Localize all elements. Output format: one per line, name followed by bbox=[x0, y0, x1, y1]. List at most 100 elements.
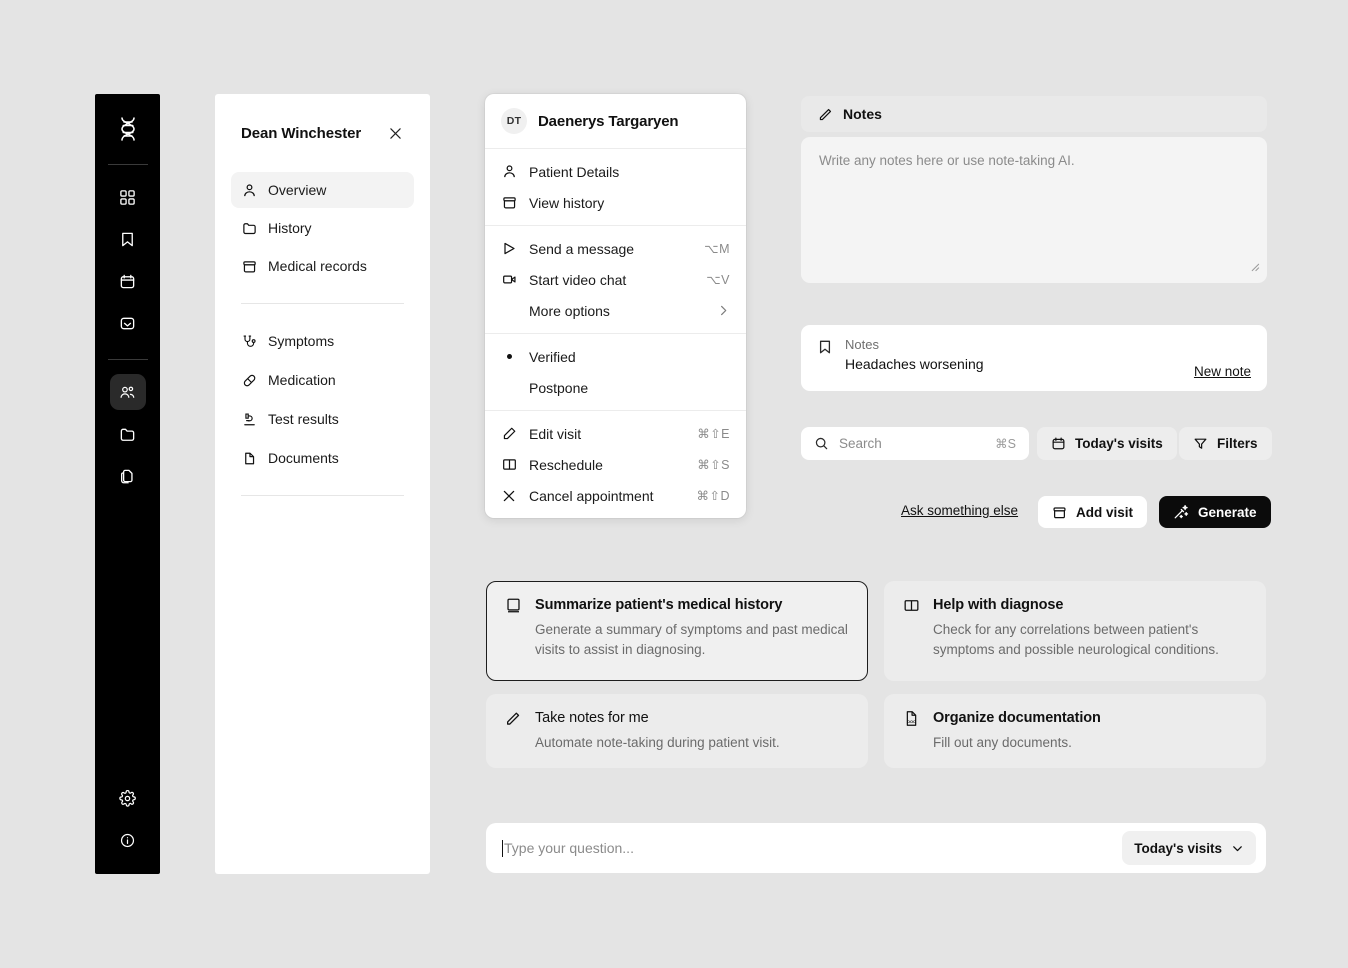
rail-divider-2 bbox=[107, 359, 148, 360]
menu-item-cancel-appointment[interactable]: Cancel appointment ⌘⇧D bbox=[485, 480, 746, 511]
generate-label: Generate bbox=[1198, 504, 1257, 520]
suggestion-card-title-row: Take notes for me bbox=[504, 709, 850, 727]
search-input[interactable]: Search ⌘S bbox=[801, 427, 1029, 460]
rail-item-settings[interactable] bbox=[110, 780, 146, 816]
menu-item-more-options[interactable]: More options bbox=[485, 295, 746, 326]
filters-button[interactable]: Filters bbox=[1179, 427, 1272, 460]
menu-item-verified[interactable]: Verified bbox=[485, 341, 746, 372]
sidebar-item-label: History bbox=[268, 220, 312, 236]
chevron-right-icon bbox=[717, 304, 730, 317]
suggestion-title: Take notes for me bbox=[535, 710, 649, 726]
archive-icon bbox=[1052, 505, 1067, 520]
menu-item-edit-visit[interactable]: Edit visit ⌘⇧E bbox=[485, 418, 746, 449]
menu-item-send-message[interactable]: Send a message ⌥M bbox=[485, 233, 746, 264]
sidebar-item-label: Documents bbox=[268, 450, 339, 466]
resize-handle-icon[interactable] bbox=[1249, 259, 1260, 277]
note-card-label: Notes bbox=[845, 337, 879, 352]
search-icon bbox=[814, 436, 829, 451]
patient-nav-primary: Overview History Medical records bbox=[231, 172, 414, 284]
page-title: Dean Winchester bbox=[241, 124, 362, 142]
menu-item-label: Reschedule bbox=[529, 456, 603, 473]
archive-icon bbox=[501, 195, 517, 211]
menu-item-label: View history bbox=[529, 194, 605, 211]
user-icon bbox=[241, 182, 257, 198]
rail-item-inbox[interactable] bbox=[110, 305, 146, 341]
menu-group-visit-actions: Edit visit ⌘⇧E Reschedule ⌘⇧S Cancel app… bbox=[485, 411, 746, 518]
sidebar-item-symptoms[interactable]: Symptoms bbox=[231, 323, 414, 359]
suggestion-card-organize-docs[interactable]: DOC Organize documentation Fill out any … bbox=[884, 694, 1266, 768]
rail-item-folders[interactable] bbox=[110, 416, 146, 452]
prompt-scope-label: Today's visits bbox=[1134, 840, 1222, 856]
add-visit-label: Add visit bbox=[1076, 504, 1134, 520]
folder-icon bbox=[241, 220, 257, 236]
prompt-scope-select[interactable]: Today's visits bbox=[1122, 831, 1256, 865]
menu-item-view-history[interactable]: View history bbox=[485, 187, 746, 218]
new-note-button[interactable]: New note bbox=[1194, 364, 1251, 379]
menu-item-shortcut: ⌘⇧S bbox=[697, 458, 730, 472]
pencil-icon bbox=[818, 107, 833, 122]
book-closed-icon bbox=[504, 596, 522, 614]
generate-button[interactable]: Generate bbox=[1159, 496, 1271, 528]
dna-logo[interactable] bbox=[111, 112, 145, 146]
rail-item-info[interactable] bbox=[110, 822, 146, 858]
menu-item-patient-details[interactable]: Patient Details bbox=[485, 156, 746, 187]
menu-item-label: Start video chat bbox=[529, 271, 627, 288]
sidebar-item-label: Medical records bbox=[268, 258, 367, 274]
suggestion-title: Summarize patient's medical history bbox=[535, 597, 783, 613]
menu-item-reschedule[interactable]: Reschedule ⌘⇧S bbox=[485, 449, 746, 480]
calendar-icon bbox=[1051, 436, 1066, 451]
suggestion-card-take-notes[interactable]: Take notes for me Automate note-taking d… bbox=[486, 694, 868, 768]
sidebar-item-medical-records[interactable]: Medical records bbox=[231, 248, 414, 284]
user-icon bbox=[501, 164, 517, 180]
suggestion-title: Help with diagnose bbox=[933, 597, 1064, 613]
rail-item-files[interactable] bbox=[110, 458, 146, 494]
suggestion-subtitle: Fill out any documents. bbox=[933, 735, 1072, 750]
notes-header-label: Notes bbox=[843, 106, 882, 122]
menu-group-details: Patient Details View history bbox=[485, 149, 746, 225]
note-card-body: Notes Headaches worsening bbox=[845, 337, 1182, 379]
patient-panel-header: Dean Winchester bbox=[231, 94, 414, 172]
sidebar-item-medication[interactable]: Medication bbox=[231, 362, 414, 398]
patient-nav-secondary: Symptoms Medication Test results Documen… bbox=[231, 323, 414, 476]
rail-item-calendar[interactable] bbox=[110, 263, 146, 299]
suggestion-card-title-row: DOC Organize documentation bbox=[902, 709, 1248, 727]
rail-item-bookmarks[interactable] bbox=[110, 221, 146, 257]
sidebar-item-documents[interactable]: Documents bbox=[231, 440, 414, 476]
sidebar-item-history[interactable]: History bbox=[231, 210, 414, 246]
suggestion-card-diagnose[interactable]: Help with diagnose Check for any correla… bbox=[884, 581, 1266, 681]
menu-item-label: Postpone bbox=[529, 379, 589, 396]
menu-item-shortcut: ⌘⇧D bbox=[696, 489, 730, 503]
suggestion-subtitle: Generate a summary of symptoms and past … bbox=[535, 622, 848, 657]
sidebar-item-label: Medication bbox=[268, 372, 336, 388]
notes-placeholder: Write any notes here or use note-taking … bbox=[819, 153, 1075, 168]
menu-item-video-chat[interactable]: Start video chat ⌥V bbox=[485, 264, 746, 295]
sidebar-item-overview[interactable]: Overview bbox=[231, 172, 414, 208]
primary-navigation-rail bbox=[95, 94, 160, 874]
sidebar-item-test-results[interactable]: Test results bbox=[231, 401, 414, 437]
todays-visits-filter-button[interactable]: Today's visits bbox=[1037, 427, 1177, 460]
notes-textarea[interactable]: Write any notes here or use note-taking … bbox=[801, 137, 1267, 283]
video-icon bbox=[501, 272, 517, 288]
rail-item-patients[interactable] bbox=[109, 374, 146, 410]
app-root: Dean Winchester Overview History Medical… bbox=[0, 0, 1348, 968]
note-card-value: Headaches worsening bbox=[845, 356, 984, 372]
close-icon[interactable] bbox=[386, 124, 404, 142]
menu-item-label: Patient Details bbox=[529, 163, 620, 180]
ask-something-else-link[interactable]: Ask something else bbox=[901, 503, 1018, 518]
suggestion-title: Organize documentation bbox=[933, 710, 1101, 726]
rail-item-dashboard[interactable] bbox=[110, 179, 146, 215]
filter-icon bbox=[1193, 436, 1208, 451]
book-open-icon bbox=[902, 596, 920, 614]
patient-panel: Dean Winchester Overview History Medical… bbox=[215, 94, 430, 874]
suggestion-card-summarize[interactable]: Summarize patient's medical history Gene… bbox=[486, 581, 868, 681]
menu-item-label: Edit visit bbox=[529, 425, 582, 442]
avatar: DT bbox=[501, 108, 527, 134]
svg-text:DOC: DOC bbox=[907, 719, 916, 724]
stethoscope-icon bbox=[241, 333, 257, 349]
note-summary-card: Notes Headaches worsening New note bbox=[801, 325, 1267, 391]
search-placeholder: Search bbox=[839, 436, 882, 451]
menu-item-postpone[interactable]: Postpone bbox=[485, 372, 746, 403]
add-visit-button[interactable]: Add visit bbox=[1038, 496, 1148, 528]
suggestion-card-title-row: Help with diagnose bbox=[902, 596, 1248, 614]
prompt-bar[interactable]: Type your question... Today's visits bbox=[486, 823, 1266, 873]
